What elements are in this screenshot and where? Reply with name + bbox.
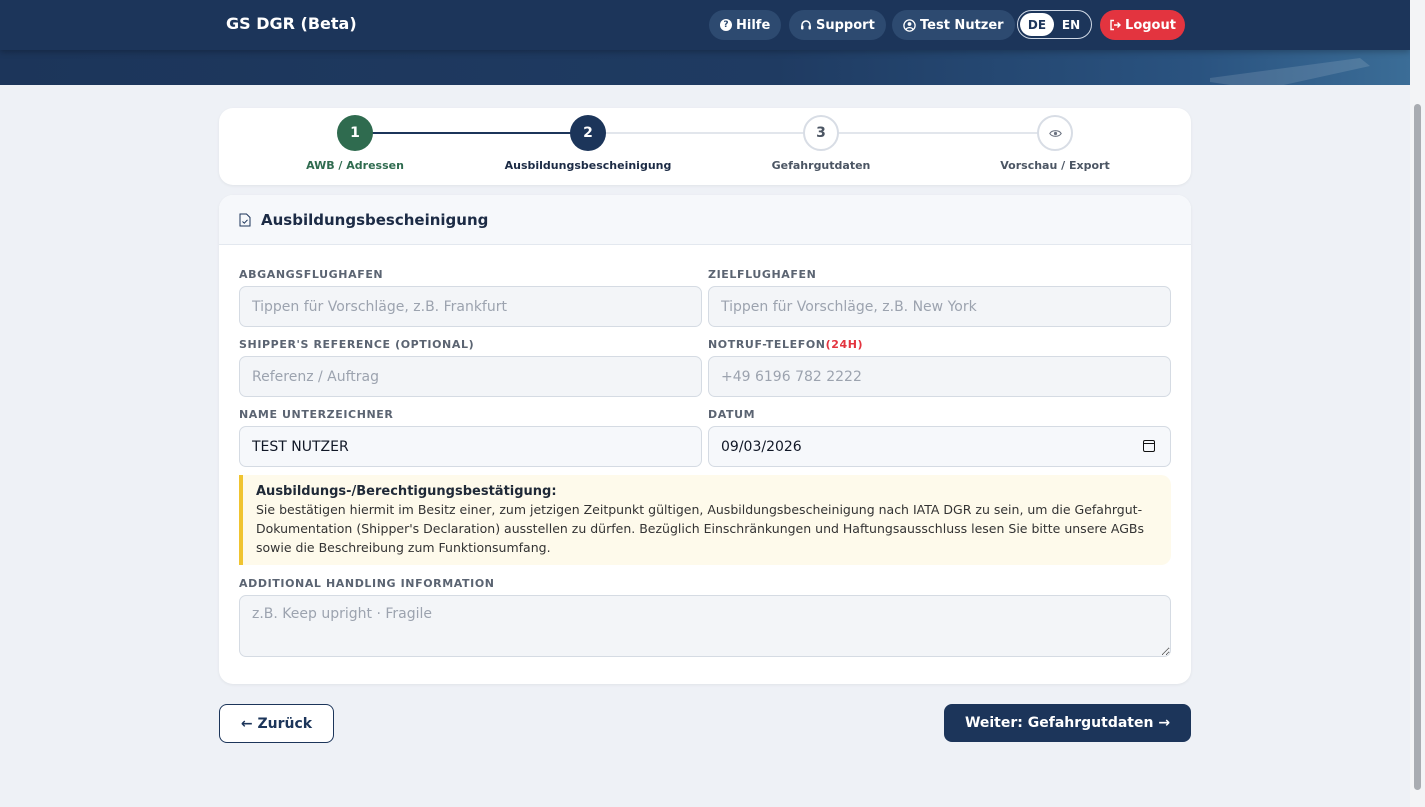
card-header: Ausbildungsbescheinigung	[219, 195, 1191, 245]
scrollbar-thumb[interactable]	[1414, 104, 1421, 790]
page-scrollbar[interactable]	[1410, 0, 1425, 807]
step-4-circle	[1037, 115, 1073, 151]
notice-body: Sie bestätigen hiermit im Besitz einer, …	[256, 502, 1145, 555]
training-confirmation-notice: Ausbildungs-/Berechtigungsbestätigung: S…	[239, 475, 1171, 565]
plane-watermark-icon	[1210, 58, 1370, 85]
language-toggle[interactable]: DE EN	[1017, 10, 1092, 39]
step-3-label: Gefahrgutdaten	[771, 159, 871, 172]
logout-label: Logout	[1125, 17, 1176, 33]
user-circle-icon	[903, 18, 916, 32]
back-button[interactable]: ← Zurück	[219, 704, 334, 743]
card-title: Ausbildungsbescheinigung	[261, 210, 489, 229]
notice-title: Ausbildungs-/Berechtigungsbestätigung:	[256, 484, 557, 499]
departure-label: ABGANGSFLUGHAFEN	[239, 268, 384, 281]
date-label: DATUM	[708, 408, 756, 421]
step-4-label: Vorschau / Export	[1000, 159, 1110, 172]
calendar-icon[interactable]	[1143, 440, 1155, 452]
logout-button[interactable]: Logout	[1100, 10, 1185, 40]
logout-icon	[1110, 19, 1122, 31]
headset-icon	[801, 20, 811, 30]
destination-label: ZIELFLUGHAFEN	[708, 268, 817, 281]
lang-en-option[interactable]: EN	[1054, 13, 1088, 36]
emergency-phone-label: NOTRUF-TELEFON(24H)	[708, 338, 863, 351]
departure-airport-input[interactable]	[239, 286, 702, 327]
emergency-phone-label-text: NOTRUF-TELEFON	[708, 338, 826, 351]
user-label: Test Nutzer	[920, 17, 1004, 33]
step-2-label: Ausbildungsbescheinigung	[504, 159, 672, 172]
training-certificate-card: Ausbildungsbescheinigung ABGANGSFLUGHAFE…	[219, 195, 1191, 684]
support-label: Support	[816, 17, 875, 33]
user-menu-button[interactable]: Test Nutzer	[892, 10, 1015, 40]
step-vorschau-export[interactable]: Vorschau / Export	[955, 115, 1155, 172]
document-check-icon	[239, 213, 251, 226]
required-24h-marker: (24H)	[825, 338, 864, 351]
signer-name-label: NAME UNTERZEICHNER	[239, 408, 394, 421]
eye-icon	[1048, 129, 1062, 137]
step-3-circle: 3	[803, 115, 839, 151]
handling-info-label: ADDITIONAL HANDLING INFORMATION	[239, 577, 495, 590]
step-1-label: AWB / Adressen	[306, 159, 404, 172]
step-ausbildungsbescheinigung[interactable]: 2 Ausbildungsbescheinigung	[488, 115, 688, 172]
lang-de-option[interactable]: DE	[1020, 13, 1054, 36]
step-1-circle: 1	[337, 115, 373, 151]
destination-airport-input[interactable]	[708, 286, 1171, 327]
nav-strip	[0, 0, 1410, 50]
handling-info-textarea[interactable]	[239, 595, 1171, 657]
help-label: Hilfe	[736, 17, 771, 33]
reference-label: SHIPPER'S REFERENCE (OPTIONAL)	[239, 338, 475, 351]
signer-name-input[interactable]	[239, 426, 702, 467]
app-header: GS DGR (Beta) ? Hilfe Support Test Nutze…	[0, 0, 1410, 85]
question-icon: ?	[720, 19, 732, 31]
help-button[interactable]: ? Hilfe	[709, 10, 782, 40]
progress-stepper: 1 AWB / Adressen 2 Ausbildungsbescheinig…	[219, 108, 1191, 185]
app-brand: GS DGR (Beta)	[226, 14, 357, 33]
step-gefahrgutdaten[interactable]: 3 Gefahrgutdaten	[721, 115, 921, 172]
step-awb-adressen[interactable]: 1 AWB / Adressen	[255, 115, 455, 172]
support-button[interactable]: Support	[789, 10, 886, 40]
emergency-phone-input[interactable]	[708, 356, 1171, 397]
step-2-circle: 2	[570, 115, 606, 151]
shipper-reference-input[interactable]	[239, 356, 702, 397]
date-input[interactable]	[708, 426, 1171, 467]
next-button[interactable]: Weiter: Gefahrgutdaten →	[944, 704, 1191, 742]
